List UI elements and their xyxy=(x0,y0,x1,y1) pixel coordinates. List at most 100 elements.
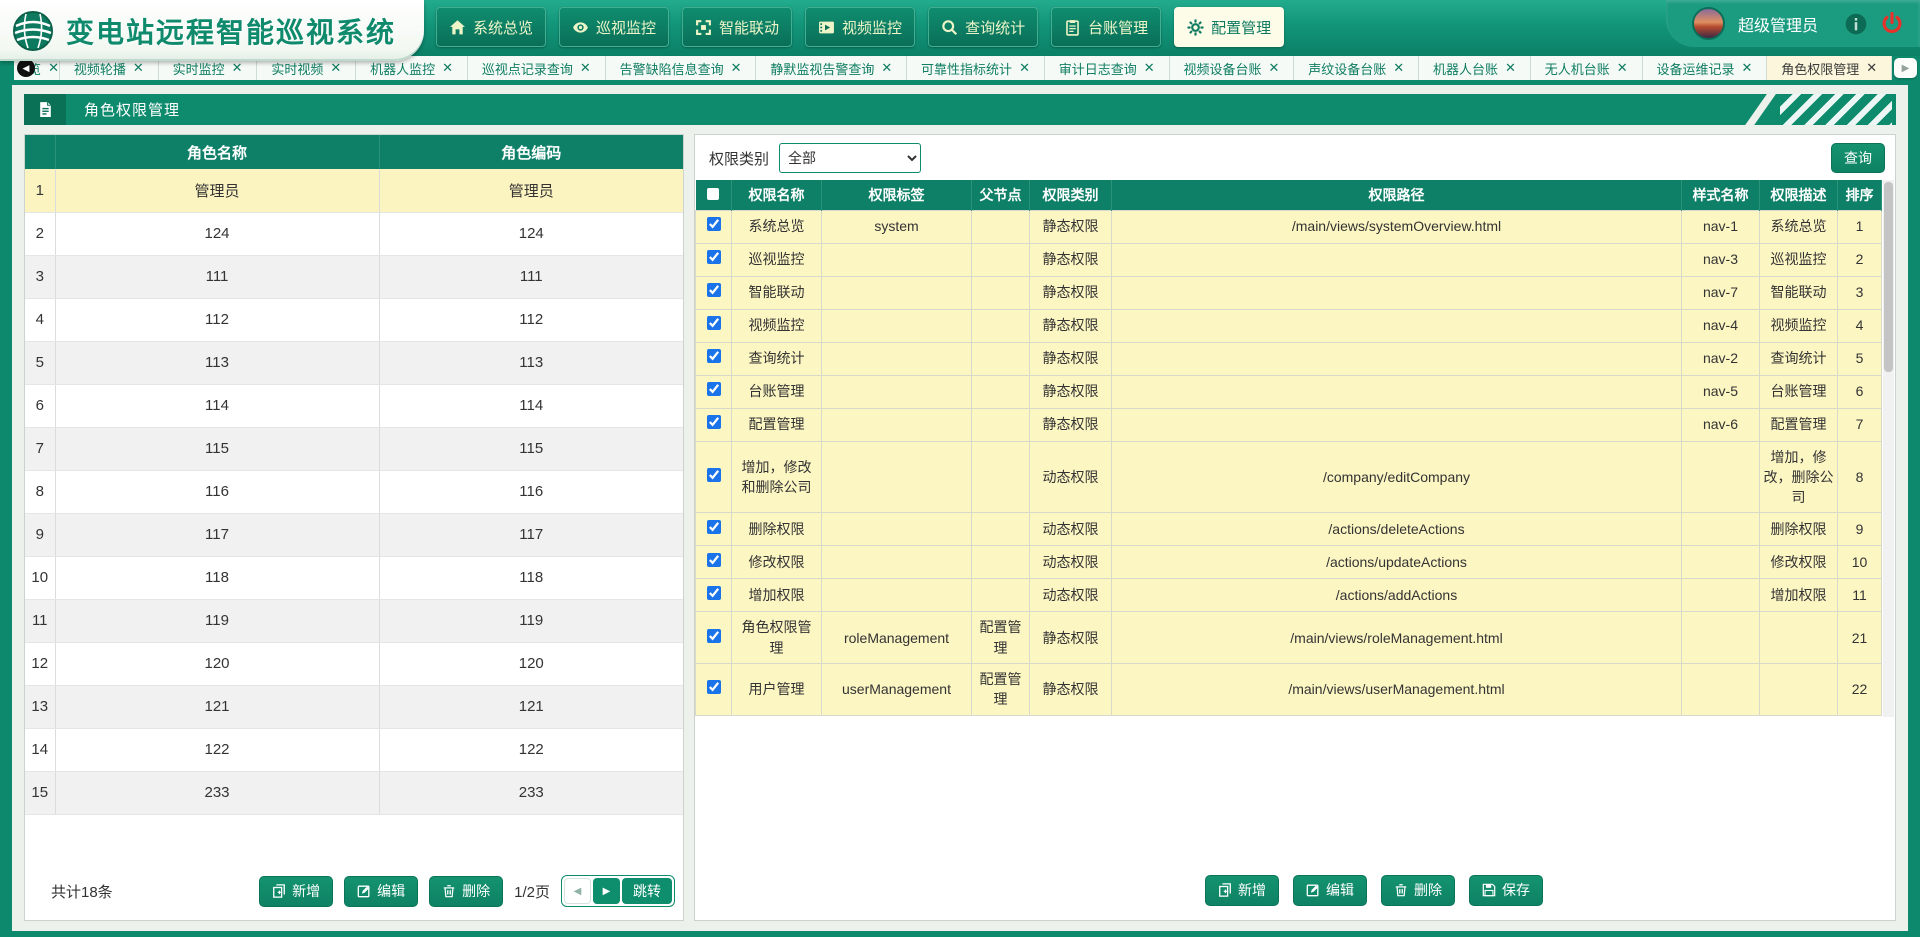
role-edit-button[interactable]: 编辑 xyxy=(344,876,418,907)
tab-close-icon[interactable]: ✕ xyxy=(133,60,144,76)
tab-close-icon[interactable]: ✕ xyxy=(1617,60,1628,76)
perm-save-button[interactable]: 保存 xyxy=(1469,875,1543,906)
row-checkbox[interactable] xyxy=(707,382,721,396)
perm-parent xyxy=(972,546,1030,579)
tab-可靠性指标统计[interactable]: 可靠性指标统计✕ xyxy=(907,56,1045,80)
select-all-checkbox[interactable] xyxy=(707,188,719,200)
role-row[interactable]: 5113113 xyxy=(25,341,683,384)
tab-审计日志查询[interactable]: 审计日志查询✕ xyxy=(1045,56,1170,80)
tab-巡视点记录查询[interactable]: 巡视点记录查询✕ xyxy=(468,56,606,80)
tab-scroll-right-icon[interactable]: ▶ xyxy=(1894,58,1917,78)
tab-close-icon[interactable]: ✕ xyxy=(1269,60,1280,76)
tab-无人机台账[interactable]: 无人机台账✕ xyxy=(1531,56,1643,80)
role-row[interactable]: 13121121 xyxy=(25,685,683,728)
tab-scroll-left-icon[interactable]: ◀ xyxy=(17,59,35,77)
perm-add-button[interactable]: 新增 xyxy=(1205,875,1279,906)
role-delete-button[interactable]: 删除 xyxy=(429,876,503,907)
tab-close-icon[interactable]: ✕ xyxy=(442,60,453,76)
role-row[interactable]: 7115115 xyxy=(25,427,683,470)
search-button[interactable]: 查询 xyxy=(1831,143,1885,173)
row-index: 6 xyxy=(25,384,55,427)
row-checkbox[interactable] xyxy=(707,349,721,363)
row-checkbox[interactable] xyxy=(707,217,721,231)
row-checkbox[interactable] xyxy=(707,415,721,429)
role-row[interactable]: 9117117 xyxy=(25,513,683,556)
next-page-icon[interactable]: ▶ xyxy=(593,878,620,904)
permission-row[interactable]: 查询统计静态权限nav-2查询统计5 xyxy=(696,342,1882,375)
role-row[interactable]: 1管理员管理员 xyxy=(25,169,683,212)
role-row[interactable]: 15233233 xyxy=(25,771,683,814)
nav-视频监控[interactable]: 视频监控 xyxy=(805,7,915,47)
tab-声纹设备台账[interactable]: 声纹设备台账✕ xyxy=(1294,56,1419,80)
permission-row[interactable]: 台账管理静态权限nav-5台账管理6 xyxy=(696,375,1882,408)
row-checkbox[interactable] xyxy=(707,468,721,482)
permission-row[interactable]: 用户管理userManagement配置管理静态权限/main/views/us… xyxy=(696,663,1882,715)
avatar[interactable] xyxy=(1692,7,1725,40)
permission-row[interactable]: 修改权限动态权限/actions/updateActions修改权限10 xyxy=(696,546,1882,579)
role-row[interactable]: 11119119 xyxy=(25,599,683,642)
row-checkbox[interactable] xyxy=(707,283,721,297)
prev-page-icon[interactable]: ◀ xyxy=(564,878,591,904)
role-row[interactable]: 6114114 xyxy=(25,384,683,427)
row-checkbox[interactable] xyxy=(707,250,721,264)
tab-close-icon[interactable]: ✕ xyxy=(1393,60,1404,76)
tab-机器人台账[interactable]: 机器人台账✕ xyxy=(1419,56,1531,80)
tab-静默监视告警查询[interactable]: 静默监视告警查询✕ xyxy=(756,56,907,80)
power-icon[interactable] xyxy=(1880,12,1904,36)
nav-配置管理[interactable]: 配置管理 xyxy=(1174,7,1284,47)
permission-row[interactable]: 删除权限动态权限/actions/deleteActions删除权限9 xyxy=(696,513,1882,546)
perm-name: 删除权限 xyxy=(732,513,822,546)
role-row[interactable]: 8116116 xyxy=(25,470,683,513)
scrollbar[interactable] xyxy=(1883,180,1894,717)
perm-edit-button[interactable]: 编辑 xyxy=(1293,875,1367,906)
tab-close-icon[interactable]: ✕ xyxy=(731,60,742,76)
permission-row[interactable]: 增加权限动态权限/actions/addActions增加权限11 xyxy=(696,579,1882,612)
permission-row[interactable]: 视频监控静态权限nav-4视频监控4 xyxy=(696,309,1882,342)
nav-系统总览[interactable]: 系统总览 xyxy=(436,7,546,47)
tab-close-icon[interactable]: ✕ xyxy=(1144,60,1155,76)
role-row[interactable]: 4112112 xyxy=(25,298,683,341)
row-checkbox[interactable] xyxy=(707,520,721,534)
row-checkbox[interactable] xyxy=(707,680,721,694)
permission-row[interactable]: 增加，修改和删除公司动态权限/company/editCompany增加，修改，… xyxy=(696,441,1882,513)
role-row[interactable]: 12120120 xyxy=(25,642,683,685)
scrollbar-thumb[interactable] xyxy=(1884,182,1893,372)
tab-close-icon[interactable]: ✕ xyxy=(1505,60,1516,76)
role-row[interactable]: 2124124 xyxy=(25,212,683,255)
permission-type-select[interactable]: 全部 xyxy=(779,143,921,173)
role-add-button[interactable]: 新增 xyxy=(259,876,333,907)
tab-角色权限管理[interactable]: 角色权限管理✕ xyxy=(1767,56,1892,80)
role-row[interactable]: 3111111 xyxy=(25,255,683,298)
tab-close-icon[interactable]: ✕ xyxy=(1741,60,1752,76)
nav-智能联动[interactable]: 智能联动 xyxy=(682,7,792,47)
tab-告警缺陷信息查询[interactable]: 告警缺陷信息查询✕ xyxy=(606,56,757,80)
select-all-header[interactable] xyxy=(696,180,732,210)
role-row[interactable]: 10118118 xyxy=(25,556,683,599)
tab-close-icon[interactable]: ✕ xyxy=(1019,60,1030,76)
tab-close-icon[interactable]: ✕ xyxy=(1866,60,1877,76)
nav-查询统计[interactable]: 查询统计 xyxy=(928,7,1038,47)
permission-row[interactable]: 配置管理静态权限nav-6配置管理7 xyxy=(696,408,1882,441)
tab-close-icon[interactable]: ✕ xyxy=(881,60,892,76)
permission-row[interactable]: 角色权限管理roleManagement配置管理静态权限/main/views/… xyxy=(696,612,1882,664)
permission-row[interactable]: 巡视监控静态权限nav-3巡视监控2 xyxy=(696,243,1882,276)
jump-button[interactable]: 跳转 xyxy=(622,878,672,904)
tab-close-icon[interactable]: ✕ xyxy=(48,60,59,76)
permission-row[interactable]: 系统总览system静态权限/main/views/systemOverview… xyxy=(696,210,1882,243)
row-checkbox[interactable] xyxy=(707,586,721,600)
info-icon[interactable] xyxy=(1845,13,1867,35)
row-checkbox[interactable] xyxy=(707,553,721,567)
role-row[interactable]: 14122122 xyxy=(25,728,683,771)
nav-台账管理[interactable]: 台账管理 xyxy=(1051,7,1161,47)
tab-close-icon[interactable]: ✕ xyxy=(232,60,243,76)
tab-close-icon[interactable]: ✕ xyxy=(330,60,341,76)
tab-视频设备台账[interactable]: 视频设备台账✕ xyxy=(1170,56,1295,80)
permission-row[interactable]: 智能联动静态权限nav-7智能联动3 xyxy=(696,276,1882,309)
tab-设备运维记录[interactable]: 设备运维记录✕ xyxy=(1643,56,1768,80)
row-checkbox[interactable] xyxy=(707,316,721,330)
tab-close-icon[interactable]: ✕ xyxy=(580,60,591,76)
perm-delete-button[interactable]: 删除 xyxy=(1381,875,1455,906)
nav-巡视监控[interactable]: 巡视监控 xyxy=(559,7,669,47)
row-checkbox[interactable] xyxy=(707,629,721,643)
column-header: 权限描述 xyxy=(1760,180,1838,210)
